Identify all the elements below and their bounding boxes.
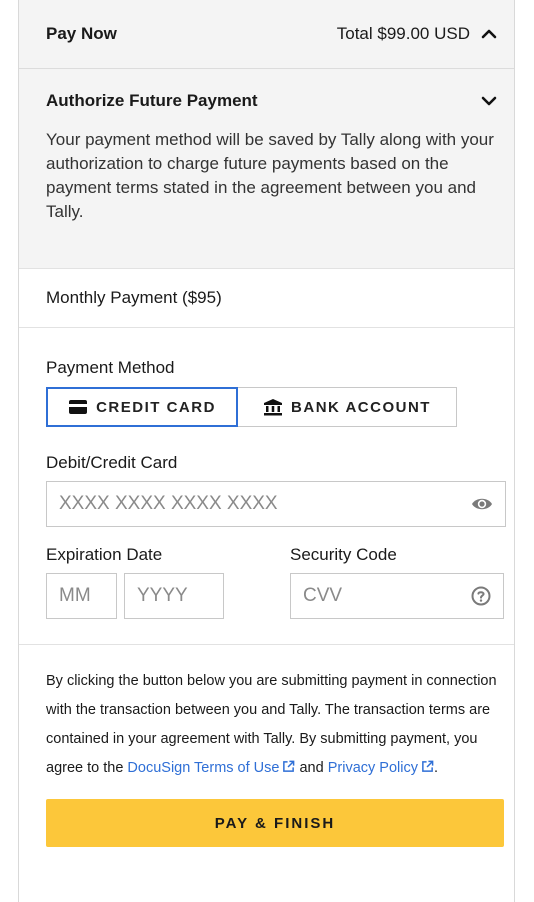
total-amount: Total $99.00 USD [337,24,498,44]
terms-link-text: DocuSign Terms of Use [127,760,280,776]
payment-panel: Pay Now Total $99.00 USD Authorize Futur… [18,0,515,902]
privacy-link-text: Privacy Policy [327,760,418,776]
authorize-section: Authorize Future Payment Your payment me… [19,69,514,269]
plan-label: Monthly Payment ($95) [19,269,514,328]
cvv-placeholder: CVV [303,585,343,606]
credit-card-label: CREDIT CARD [96,398,216,416]
card-number-placeholder: XXXX XXXX XXXX XXXX [59,493,278,514]
external-link-icon [422,760,434,772]
bank-icon [264,399,283,416]
pay-now-header[interactable]: Pay Now Total $99.00 USD [19,0,514,69]
card-number-field[interactable]: XXXX XXXX XXXX XXXX [46,481,506,527]
total-text: Total $99.00 USD [336,24,470,43]
legal-end: . [433,760,438,776]
legal-and: and [295,760,328,776]
expiration-label: Expiration Date [46,545,163,564]
payment-method-toggle: CREDIT CARD BANK ACCOUNT [46,387,504,427]
security-code-field[interactable]: CVV [290,573,504,619]
month-placeholder: MM [59,585,91,606]
year-placeholder: YYYY [137,585,188,606]
terms-of-use-link[interactable]: DocuSign Terms of Use [127,760,295,776]
credit-card-icon [69,400,88,414]
pay-now-title: Pay Now [46,24,117,43]
chevron-down-icon[interactable] [480,92,498,110]
eye-icon[interactable] [471,496,493,512]
payment-form: Payment Method CREDIT CARD BANK ACCOUNT [19,328,514,645]
privacy-policy-link[interactable]: Privacy Policy [328,760,434,776]
expiration-group: Expiration Date MM YYYY [46,545,290,619]
bank-account-tab[interactable]: BANK ACCOUNT [238,387,457,427]
authorize-text: Your payment method will be saved by Tal… [46,130,494,221]
expiration-month-field[interactable]: MM [46,573,117,619]
security-code-label: Security Code [290,545,397,564]
bank-account-label: BANK ACCOUNT [291,398,431,416]
security-group: Security Code CVV [290,545,504,619]
legal-text: By clicking the button below you are sub… [19,645,514,783]
credit-card-tab[interactable]: CREDIT CARD [46,387,238,427]
card-number-label: Debit/Credit Card [46,453,178,472]
chevron-up-icon[interactable] [480,25,498,43]
help-circle-icon[interactable] [471,586,491,606]
authorize-header[interactable]: Authorize Future Payment [46,91,498,111]
authorize-title: Authorize Future Payment [46,91,258,110]
external-link-icon [283,760,295,772]
pay-and-finish-button[interactable]: PAY & FINISH [46,799,504,847]
expiration-year-field[interactable]: YYYY [124,573,224,619]
payment-method-label: Payment Method [46,358,175,377]
